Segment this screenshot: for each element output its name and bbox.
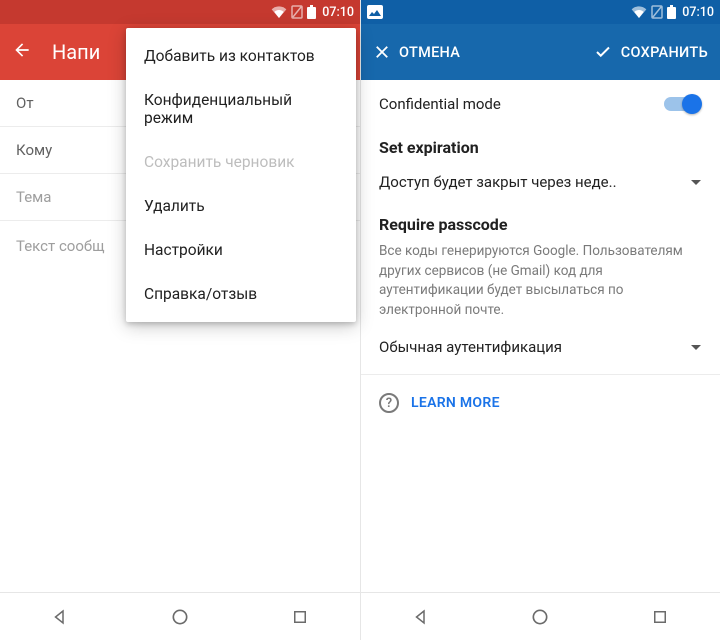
passcode-value: Обычная аутентификация	[379, 338, 562, 356]
help-icon: ?	[379, 393, 399, 413]
battery-icon	[667, 5, 676, 19]
status-bar: 07:10	[361, 0, 720, 24]
passcode-title: Require passcode	[361, 205, 720, 240]
nav-recents-button[interactable]	[289, 606, 311, 628]
to-label: Кому	[16, 141, 52, 159]
cancel-label: ОТМЕНА	[399, 44, 460, 61]
chevron-down-icon	[690, 173, 702, 191]
nav-back-button[interactable]	[410, 606, 432, 628]
passcode-dropdown[interactable]: Обычная аутентификация	[361, 328, 720, 370]
menu-add-from-contacts[interactable]: Добавить из контактов	[126, 34, 356, 78]
from-label: От	[16, 94, 34, 112]
confidential-body: Confidential mode Set expiration Доступ …	[361, 80, 720, 592]
confidential-toggle-row[interactable]: Confidential mode	[361, 80, 720, 128]
wifi-icon	[631, 6, 647, 18]
menu-confidential-mode[interactable]: Конфиденциальный режим	[126, 78, 356, 140]
overflow-menu: Добавить из контактов Конфиденциальный р…	[126, 28, 356, 322]
confidential-label: Confidential mode	[379, 95, 501, 113]
status-time: 07:10	[322, 5, 354, 20]
confidential-toggle[interactable]	[664, 94, 702, 114]
chevron-down-icon	[690, 338, 702, 356]
nav-home-button[interactable]	[169, 606, 191, 628]
body-placeholder: Текст сообщ	[16, 237, 105, 255]
nav-bar	[361, 592, 720, 640]
phone-left-compose: 07:10 Напи От Кому Тема Текст сообщ Доба…	[0, 0, 360, 640]
menu-delete[interactable]: Удалить	[126, 184, 356, 228]
back-icon[interactable]	[12, 40, 32, 64]
no-sim-icon	[291, 5, 303, 19]
battery-icon	[307, 5, 316, 19]
nav-home-button[interactable]	[529, 606, 551, 628]
wifi-icon	[271, 6, 287, 18]
divider	[361, 374, 720, 375]
save-button[interactable]: СОХРАНИТЬ	[593, 43, 708, 61]
menu-save-draft: Сохранить черновик	[126, 140, 356, 184]
status-icons	[631, 5, 676, 19]
status-time: 07:10	[682, 5, 714, 20]
cancel-button[interactable]: ОТМЕНА	[373, 43, 460, 61]
no-sim-icon	[651, 5, 663, 19]
check-icon	[593, 43, 613, 61]
subject-placeholder: Тема	[16, 188, 51, 206]
menu-help-feedback[interactable]: Справка/отзыв	[126, 272, 356, 316]
menu-settings[interactable]: Настройки	[126, 228, 356, 272]
status-bar: 07:10	[0, 0, 360, 24]
learn-more-label: LEARN MORE	[411, 395, 500, 411]
nav-back-button[interactable]	[49, 606, 71, 628]
nav-recents-button[interactable]	[649, 606, 671, 628]
phone-right-confidential: 07:10 ОТМЕНА СОХРАНИТЬ Confidential mode…	[360, 0, 720, 640]
compose-title: Напи	[52, 40, 100, 64]
image-icon	[367, 5, 383, 19]
status-icons	[271, 5, 316, 19]
confidential-app-bar: ОТМЕНА СОХРАНИТЬ	[361, 24, 720, 80]
learn-more-row[interactable]: ? LEARN MORE	[361, 379, 720, 427]
save-label: СОХРАНИТЬ	[621, 44, 708, 61]
expiration-title: Set expiration	[361, 128, 720, 163]
nav-bar	[0, 592, 360, 640]
passcode-hint: Все коды генерируются Google. Пользовате…	[361, 240, 720, 328]
expiration-dropdown[interactable]: Доступ будет закрыт через неде..	[361, 163, 720, 205]
expiration-value: Доступ будет закрыт через неде..	[379, 173, 617, 191]
close-icon	[373, 43, 391, 61]
